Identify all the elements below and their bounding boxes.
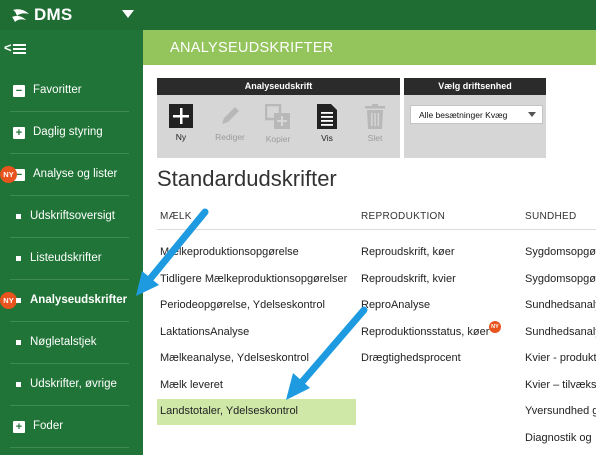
sidebar-item-label: Foder	[33, 420, 64, 432]
divider	[10, 447, 129, 448]
report-link[interactable]: Reproudskrift, kvier	[361, 273, 456, 285]
new-button-label: Ny	[175, 132, 187, 142]
sidebar: < − Favoritter + Daglig styring − NY Ana…	[0, 30, 143, 455]
top-bar: DMS	[0, 0, 596, 30]
chevron-left-icon: <	[4, 40, 12, 55]
sidebar-item-label: Udskriftsoversigt	[30, 210, 115, 222]
sidebar-item-label: Analyse og lister	[33, 168, 118, 180]
report-link[interactable]: Mælkeproduktionsopgørelse	[160, 246, 299, 258]
sidebar-item-label: Nøgletalstjek	[30, 336, 97, 348]
driftsenhed-toolbar: Vælg driftsenhed Alle besætninger Kvæg	[404, 78, 546, 158]
report-link[interactable]: Reproduktionsstatus, køer	[361, 326, 489, 338]
plus-box-icon: +	[13, 127, 25, 139]
report-link[interactable]: Landstotaler, Ydelseskontrol	[160, 405, 298, 417]
sidebar-item-foder[interactable]: + Foder	[0, 406, 143, 448]
report-link[interactable]: Mælk leveret	[160, 379, 223, 391]
page-header: ANALYSEUDSKRIFTER	[143, 30, 596, 65]
report-link[interactable]: Periodeopgørelse, Ydelseskontrol	[160, 299, 325, 311]
trash-icon	[365, 104, 385, 129]
report-link[interactable]: Kvier - produkt	[525, 352, 596, 364]
sidebar-item-label: Listeudskrifter	[30, 252, 102, 264]
copy-button-label: Kopier	[265, 134, 291, 144]
bullet-icon	[16, 382, 21, 387]
report-link[interactable]: Sygdomsopgø	[525, 246, 596, 258]
plus-box-icon: +	[13, 421, 25, 433]
delete-button-label: Slet	[367, 133, 383, 143]
view-button-label: Vis	[321, 133, 333, 143]
report-link[interactable]: Tidligere Mælkeproduktionsopgørelser	[160, 273, 347, 285]
hamburger-icon	[13, 44, 26, 54]
minus-box-icon: −	[13, 85, 25, 97]
view-button[interactable]: Vis	[308, 104, 346, 154]
divider	[157, 229, 596, 230]
report-link[interactable]: Sygdomsopgø	[525, 273, 596, 285]
report-link[interactable]: Sundhedsanaly	[525, 299, 596, 311]
copy-button[interactable]: Kopier	[259, 104, 297, 154]
new-badge: NY	[489, 321, 501, 333]
sidebar-item-listeudskrifter[interactable]: Listeudskrifter	[0, 238, 143, 280]
new-badge: NY	[0, 292, 17, 309]
report-link[interactable]: Kvier – tilvækst	[525, 379, 596, 391]
app-name: DMS	[34, 5, 73, 24]
chevron-down-icon[interactable]	[122, 10, 134, 18]
dms-logo-icon	[12, 9, 29, 22]
toolbar-group-title: Analyseudskrift	[157, 78, 400, 95]
sidebar-item-noegletalstjek[interactable]: Nøgletalstjek	[0, 322, 143, 364]
edit-button-label: Rediger	[215, 132, 245, 142]
sidebar-item-label: Analyseudskrifter	[30, 294, 128, 306]
document-icon	[317, 104, 337, 129]
sidebar-item-favoritter[interactable]: − Favoritter	[0, 70, 143, 112]
sidebar-item-label: Favoritter	[33, 84, 82, 96]
bullet-icon	[16, 214, 21, 219]
sidebar-item-udskrifter-oevrige[interactable]: Udskrifter, øvrige	[0, 364, 143, 406]
driftsenhed-select[interactable]: Alle besætninger Kvæg	[410, 105, 543, 124]
bullet-icon	[16, 256, 21, 261]
analyseudskrift-toolbar: Analyseudskrift Ny Rediger Kopier Vis Sl…	[157, 78, 400, 158]
column-header-maelk: MÆLK	[160, 211, 192, 222]
new-badge: NY	[0, 166, 17, 183]
chevron-down-icon	[528, 112, 536, 117]
app-switcher[interactable]: DMS	[0, 0, 143, 30]
delete-button[interactable]: Slet	[356, 104, 394, 154]
driftsenhed-value: Alle besætninger Kvæg	[419, 110, 508, 120]
edit-button[interactable]: Rediger	[211, 104, 249, 154]
section-title: Standardudskrifter	[157, 166, 337, 191]
sidebar-item-analyseudskrifter[interactable]: NY Analyseudskrifter	[0, 280, 143, 322]
sidebar-item-daglig-styring[interactable]: + Daglig styring	[0, 112, 143, 154]
arrowhead-icon	[286, 373, 310, 400]
report-link[interactable]: Sundhedsanaly	[525, 326, 596, 338]
pencil-icon	[222, 107, 239, 124]
arrow-to-landstotaler-icon	[298, 306, 368, 386]
plus-icon	[169, 104, 193, 128]
toolbar-group-title: Vælg driftsenhed	[404, 78, 546, 95]
sidebar-item-label: Udskrifter, øvrige	[30, 378, 117, 390]
sidebar-item-label: Daglig styring	[33, 126, 103, 138]
report-link[interactable]: ReproAnalyse	[361, 299, 430, 311]
report-link[interactable]: Yversundhed g	[525, 405, 596, 417]
report-link[interactable]: Mælkeanalyse, Ydelseskontrol	[160, 352, 309, 364]
report-link[interactable]: Reproudskrift, køer	[361, 246, 455, 258]
report-link[interactable]: Drægtighedsprocent	[361, 352, 461, 364]
column-header-reproduktion: REPRODUKTION	[361, 211, 446, 222]
new-button[interactable]: Ny	[162, 104, 200, 154]
sidebar-item-udskriftsoversigt[interactable]: Udskriftsoversigt	[0, 196, 143, 238]
column-header-sundhed: SUNDHED	[525, 211, 577, 222]
bullet-icon	[16, 298, 21, 303]
collapse-menu-button[interactable]: <	[4, 40, 30, 56]
copy-icon	[265, 104, 290, 129]
sidebar-item-analyse-og-lister[interactable]: − NY Analyse og lister	[0, 154, 143, 196]
bullet-icon	[16, 340, 21, 345]
report-link[interactable]: LaktationsAnalyse	[160, 326, 249, 338]
page-title: ANALYSEUDSKRIFTER	[170, 40, 334, 56]
report-link[interactable]: Diagnostik og	[525, 432, 592, 444]
